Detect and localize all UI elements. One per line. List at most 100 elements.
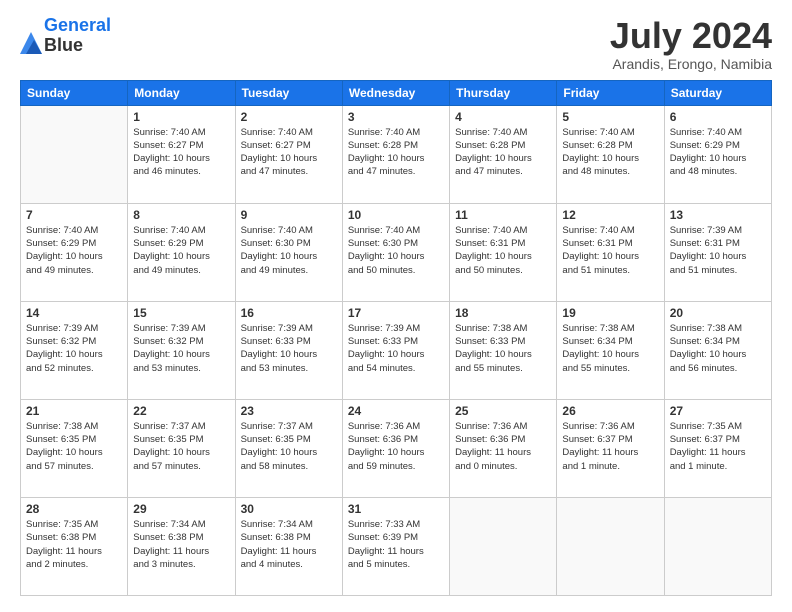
title-area: July 2024 Arandis, Erongo, Namibia — [610, 16, 772, 72]
day-number: 13 — [670, 208, 766, 222]
calendar-cell: 15Sunrise: 7:39 AM Sunset: 6:32 PM Dayli… — [128, 301, 235, 399]
calendar-cell: 27 Sunrise: 7:35 AM Sunset: 6:37 PM Dayli… — [664, 399, 771, 497]
day-number: 8 — [133, 208, 229, 222]
day-number: 14 — [26, 306, 122, 320]
logo: GeneralBlue — [20, 16, 111, 56]
day-info: Sunrise: 7:40 AM Sunset: 6:30 PM Dayligh… — [241, 224, 337, 277]
logo-icon — [20, 32, 42, 54]
location: Arandis, Erongo, Namibia — [610, 56, 772, 72]
day-number: 23 — [241, 404, 337, 418]
day-info: Sunrise: 7:40 AM Sunset: 6:31 PM Dayligh… — [455, 224, 551, 277]
day-number: 11 — [455, 208, 551, 222]
calendar-cell — [557, 497, 664, 595]
calendar-cell: 9 Sunrise: 7:40 AM Sunset: 6:30 PM Daylig… — [235, 203, 342, 301]
day-number: 21 — [26, 404, 122, 418]
day-info: Sunrise: 7:36 AM Sunset: 6:36 PM Dayligh… — [348, 420, 444, 473]
calendar-cell: 12 Sunrise: 7:40 AM Sunset: 6:31 PM Dayli… — [557, 203, 664, 301]
calendar-cell: 2 Sunrise: 7:40 AM Sunset: 6:27 PM Daylig… — [235, 105, 342, 203]
day-number: 30 — [241, 502, 337, 516]
day-info: Sunrise: 7:38 AM Sunset: 6:34 PM Dayligh… — [562, 322, 658, 375]
calendar-cell: 23 Sunrise: 7:37 AM Sunset: 6:35 PM Dayli… — [235, 399, 342, 497]
calendar-week-3: 21 Sunrise: 7:38 AM Sunset: 6:35 PM Dayli… — [21, 399, 772, 497]
day-info: Sunrise: 7:34 AM Sunset: 6:38 PM Dayligh… — [241, 518, 337, 571]
day-info: Sunrise: 7:39 AM Sunset: 6:33 PM Dayligh… — [348, 322, 444, 375]
col-wednesday: Wednesday — [342, 80, 449, 105]
day-info: Sunrise: 7:40 AM Sunset: 6:27 PM Dayligh… — [241, 126, 337, 179]
calendar-cell: 7Sunrise: 7:40 AM Sunset: 6:29 PM Daylig… — [21, 203, 128, 301]
day-info: Sunrise: 7:38 AM Sunset: 6:34 PM Dayligh… — [670, 322, 766, 375]
col-sunday: Sunday — [21, 80, 128, 105]
day-number: 26 — [562, 404, 658, 418]
calendar-cell: 13 Sunrise: 7:39 AM Sunset: 6:31 PM Dayli… — [664, 203, 771, 301]
day-info: Sunrise: 7:36 AM Sunset: 6:36 PM Dayligh… — [455, 420, 551, 473]
day-info: Sunrise: 7:40 AM Sunset: 6:28 PM Dayligh… — [455, 126, 551, 179]
col-monday: Monday — [128, 80, 235, 105]
calendar-cell: 25 Sunrise: 7:36 AM Sunset: 6:36 PM Dayli… — [450, 399, 557, 497]
col-tuesday: Tuesday — [235, 80, 342, 105]
calendar-cell: 28Sunrise: 7:35 AM Sunset: 6:38 PM Dayli… — [21, 497, 128, 595]
calendar-cell: 29 Sunrise: 7:34 AM Sunset: 6:38 PM Dayli… — [128, 497, 235, 595]
calendar-table: Sunday Monday Tuesday Wednesday Thursday… — [20, 80, 772, 596]
day-number: 1 — [133, 110, 229, 124]
col-friday: Friday — [557, 80, 664, 105]
calendar-cell: 18 Sunrise: 7:38 AM Sunset: 6:33 PM Dayli… — [450, 301, 557, 399]
col-saturday: Saturday — [664, 80, 771, 105]
calendar-cell: 11 Sunrise: 7:40 AM Sunset: 6:31 PM Dayli… — [450, 203, 557, 301]
calendar-cell: 31 Sunrise: 7:33 AM Sunset: 6:39 PM Dayli… — [342, 497, 449, 595]
day-info: Sunrise: 7:38 AM Sunset: 6:33 PM Dayligh… — [455, 322, 551, 375]
day-info: Sunrise: 7:39 AM Sunset: 6:33 PM Dayligh… — [241, 322, 337, 375]
day-number: 28 — [26, 502, 122, 516]
calendar-cell: 4 Sunrise: 7:40 AM Sunset: 6:28 PM Daylig… — [450, 105, 557, 203]
day-number: 7 — [26, 208, 122, 222]
day-number: 19 — [562, 306, 658, 320]
day-info: Sunrise: 7:39 AM Sunset: 6:32 PM Dayligh… — [26, 322, 122, 375]
day-number: 4 — [455, 110, 551, 124]
day-number: 29 — [133, 502, 229, 516]
day-info: Sunrise: 7:40 AM Sunset: 6:29 PM Dayligh… — [670, 126, 766, 179]
day-info: Sunrise: 7:35 AM Sunset: 6:37 PM Dayligh… — [670, 420, 766, 473]
day-number: 24 — [348, 404, 444, 418]
day-info: Sunrise: 7:40 AM Sunset: 6:29 PM Dayligh… — [133, 224, 229, 277]
day-info: Sunrise: 7:34 AM Sunset: 6:38 PM Dayligh… — [133, 518, 229, 571]
calendar-cell: 16 Sunrise: 7:39 AM Sunset: 6:33 PM Dayli… — [235, 301, 342, 399]
day-number: 31 — [348, 502, 444, 516]
month-title: July 2024 — [610, 16, 772, 56]
calendar-cell: 19 Sunrise: 7:38 AM Sunset: 6:34 PM Dayli… — [557, 301, 664, 399]
day-number: 16 — [241, 306, 337, 320]
calendar-cell: 24 Sunrise: 7:36 AM Sunset: 6:36 PM Dayli… — [342, 399, 449, 497]
day-number: 10 — [348, 208, 444, 222]
page: GeneralBlue July 2024 Arandis, Erongo, N… — [0, 0, 792, 612]
calendar-cell: 20 Sunrise: 7:38 AM Sunset: 6:34 PM Dayli… — [664, 301, 771, 399]
day-info: Sunrise: 7:37 AM Sunset: 6:35 PM Dayligh… — [241, 420, 337, 473]
day-info: Sunrise: 7:33 AM Sunset: 6:39 PM Dayligh… — [348, 518, 444, 571]
day-info: Sunrise: 7:37 AM Sunset: 6:35 PM Dayligh… — [133, 420, 229, 473]
calendar-cell: 26Sunrise: 7:36 AM Sunset: 6:37 PM Dayli… — [557, 399, 664, 497]
day-info: Sunrise: 7:40 AM Sunset: 6:31 PM Dayligh… — [562, 224, 658, 277]
calendar-cell: 1 Sunrise: 7:40 AM Sunset: 6:27 PM Daylig… — [128, 105, 235, 203]
day-number: 20 — [670, 306, 766, 320]
day-info: Sunrise: 7:40 AM Sunset: 6:27 PM Dayligh… — [133, 126, 229, 179]
day-number: 9 — [241, 208, 337, 222]
calendar-cell: 22Sunrise: 7:37 AM Sunset: 6:35 PM Dayli… — [128, 399, 235, 497]
calendar-week-1: 7 Sunrise: 7:40 AM Sunset: 6:29 PM Daylig… — [21, 203, 772, 301]
logo-text: GeneralBlue — [44, 16, 111, 56]
day-number: 27 — [670, 404, 766, 418]
calendar-cell: 14 Sunrise: 7:39 AM Sunset: 6:32 PM Dayli… — [21, 301, 128, 399]
calendar-cell — [664, 497, 771, 595]
calendar-cell: 10Sunrise: 7:40 AM Sunset: 6:30 PM Dayli… — [342, 203, 449, 301]
calendar-cell — [21, 105, 128, 203]
day-info: Sunrise: 7:39 AM Sunset: 6:31 PM Dayligh… — [670, 224, 766, 277]
calendar-cell — [450, 497, 557, 595]
day-number: 5 — [562, 110, 658, 124]
day-number: 25 — [455, 404, 551, 418]
calendar-header-row: Sunday Monday Tuesday Wednesday Thursday… — [21, 80, 772, 105]
calendar-week-2: 14 Sunrise: 7:39 AM Sunset: 6:32 PM Dayli… — [21, 301, 772, 399]
day-number: 18 — [455, 306, 551, 320]
calendar-cell: 17Sunrise: 7:39 AM Sunset: 6:33 PM Dayli… — [342, 301, 449, 399]
day-info: Sunrise: 7:38 AM Sunset: 6:35 PM Dayligh… — [26, 420, 122, 473]
day-number: 2 — [241, 110, 337, 124]
calendar-cell: 21 Sunrise: 7:38 AM Sunset: 6:35 PM Dayli… — [21, 399, 128, 497]
day-number: 12 — [562, 208, 658, 222]
calendar-cell: 30 Sunrise: 7:34 AM Sunset: 6:38 PM Dayli… — [235, 497, 342, 595]
calendar-cell: 8 Sunrise: 7:40 AM Sunset: 6:29 PM Daylig… — [128, 203, 235, 301]
